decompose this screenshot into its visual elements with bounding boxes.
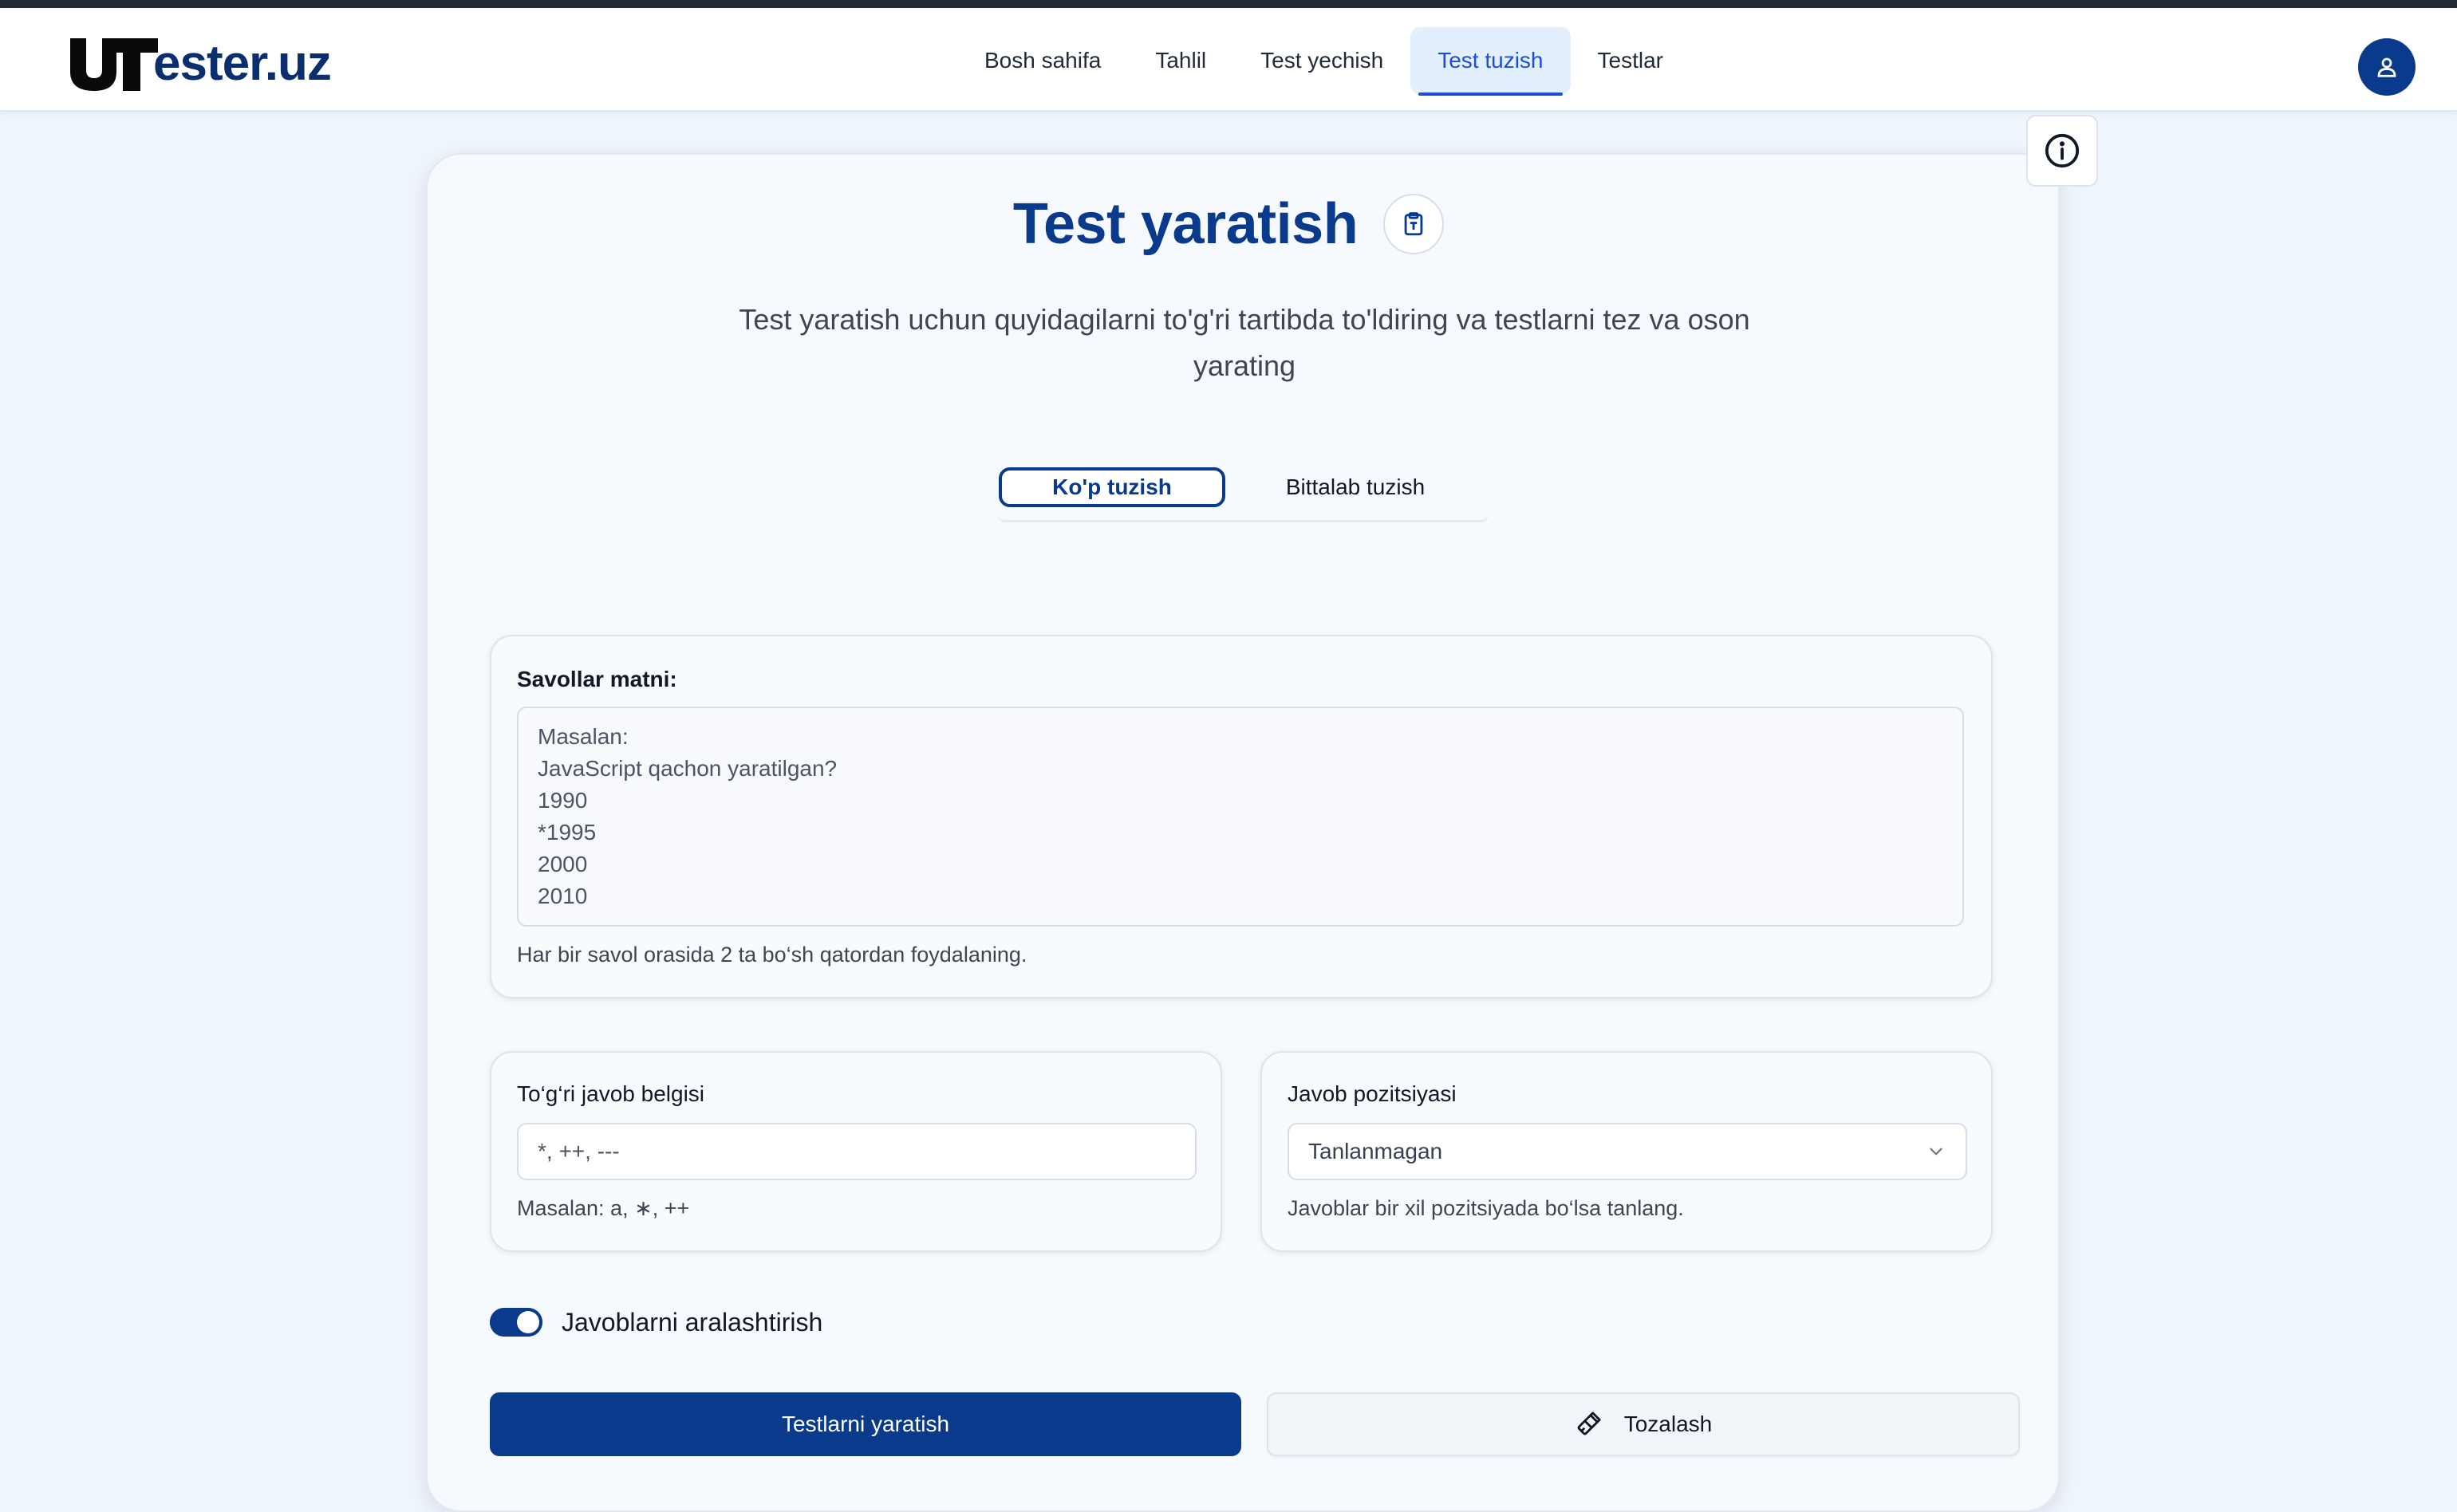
chevron-down-icon (1930, 1148, 1942, 1156)
placeholder-line: 2000 (538, 852, 588, 876)
nav-item-home[interactable]: Bosh sahifa (957, 27, 1128, 94)
title-row: Test yaratish (0, 191, 2457, 257)
shuffle-row: Javoblarni aralashtirish (490, 1305, 822, 1340)
clipboard-button[interactable] (1383, 194, 1445, 254)
placeholder-line: 2010 (538, 884, 588, 908)
answer-position-value: Tanlanmagan (1308, 1139, 1443, 1164)
answer-position-select[interactable]: Tanlanmagan (1288, 1123, 1967, 1180)
top-strip (0, 0, 2457, 8)
questions-textarea[interactable]: Masalan: JavaScript qachon yaratilgan? 1… (517, 707, 1964, 927)
questions-section: Savollar matni: Masalan: JavaScript qach… (490, 635, 1993, 998)
nav-item-solve-test[interactable]: Test yechish (1233, 27, 1410, 94)
answer-mark-hint: Masalan: a, ∗, ++ (517, 1196, 690, 1220)
answer-position-hint: Javoblar bir xil pozitsiyada bo‘lsa tanl… (1288, 1196, 1684, 1220)
clear-button[interactable]: Tozalash (1267, 1392, 2020, 1456)
questions-hint: Har bir savol orasida 2 ta bo‘sh qatorda… (517, 943, 1027, 967)
avatar-button[interactable] (2358, 38, 2416, 96)
info-icon (2045, 133, 2080, 168)
logo-mark (70, 38, 158, 91)
answer-mark-section: To‘g‘ri javob belgisi *, ++, --- Masalan… (490, 1051, 1222, 1252)
placeholder-line: Masalan: (538, 724, 629, 749)
answer-mark-input[interactable]: *, ++, --- (517, 1123, 1197, 1180)
create-tests-button[interactable]: Testlarni yaratish (490, 1392, 1241, 1456)
shuffle-toggle[interactable] (490, 1308, 542, 1337)
nav-item-tests[interactable]: Testlar (1571, 27, 1690, 94)
logo-text: ester.uz (153, 36, 332, 91)
tab-bulk-create[interactable]: Ko'p tuzish (999, 467, 1225, 507)
toggle-knob (517, 1311, 539, 1333)
page-subtitle: Test yaratish uchun quyidagilarni to'g'r… (739, 303, 1750, 382)
placeholder-line: *1995 (538, 820, 597, 845)
info-button[interactable] (2026, 115, 2098, 187)
placeholder-line: 1990 (538, 788, 588, 813)
mode-tabs: Ko'p tuzish Bittalab tuzish (997, 466, 1489, 522)
clear-label: Tozalash (1623, 1412, 1713, 1436)
answer-position-section: Javob pozitsiyasi Tanlanmagan Javoblar b… (1260, 1051, 1993, 1252)
shuffle-label: Javoblarni aralashtirish (562, 1307, 823, 1337)
answer-position-label: Javob pozitsiyasi (1288, 1081, 1457, 1106)
main-nav: Bosh sahifa Tahlil Test yechish Test tuz… (957, 27, 1690, 96)
page-title: Test yaratish (1012, 192, 1359, 256)
questions-label: Savollar matni: (517, 667, 677, 691)
nav-item-create-test[interactable]: Test tuzish (1410, 27, 1571, 96)
user-icon (2377, 57, 2396, 77)
answer-mark-label: To‘g‘ri javob belgisi (517, 1081, 705, 1106)
tab-single-create[interactable]: Bittalab tuzish (1241, 467, 1469, 507)
logo[interactable]: ester.uz (67, 32, 332, 96)
nav-item-analysis[interactable]: Tahlil (1128, 27, 1233, 94)
placeholder-line: JavaScript qachon yaratilgan? (538, 756, 838, 781)
navbar: ester.uz Bosh sahifa Tahlil Test yechish… (0, 8, 2457, 112)
brush-icon (1575, 1411, 1602, 1438)
clipboard-icon (1404, 212, 1423, 236)
